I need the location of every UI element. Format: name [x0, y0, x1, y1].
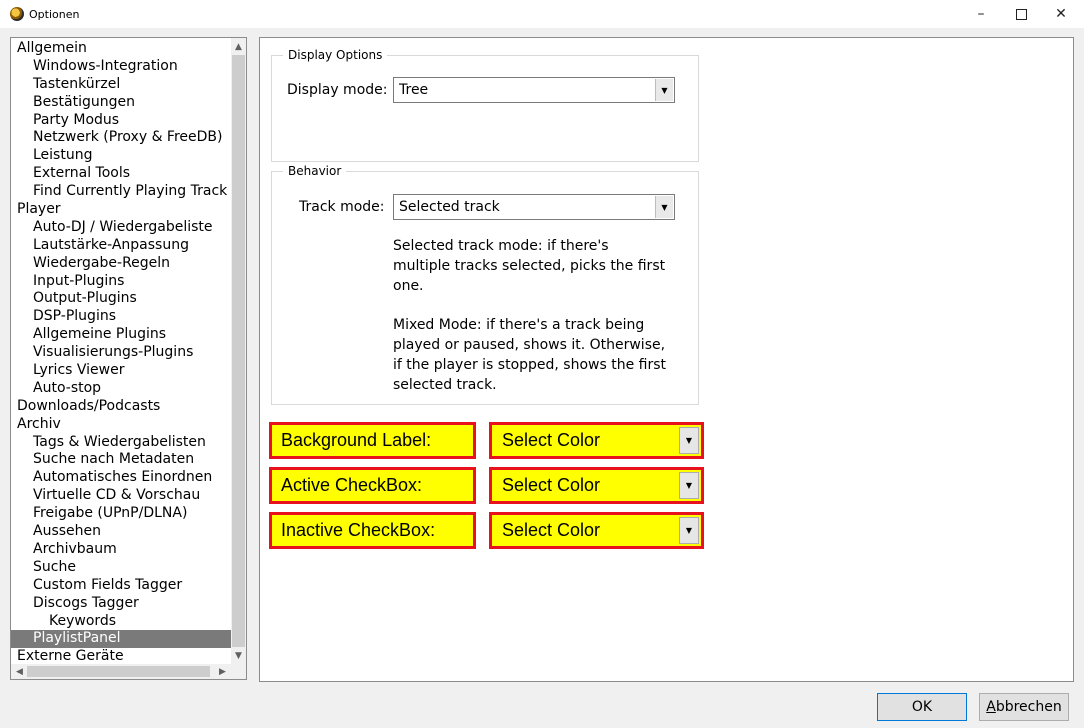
tree-list: Allgemein Windows-Integration Tastenkürzel…	[11, 40, 231, 666]
track-mode-label: Track mode:	[299, 199, 385, 215]
options-tree[interactable]: Allgemein Windows-Integration Tastenkürzel…	[10, 37, 247, 680]
tree-item[interactable]: Tags & Wiedergabelisten	[11, 434, 231, 452]
display-mode-select[interactable]: Tree ▼	[393, 77, 675, 103]
scroll-right-icon[interactable]: ▶	[215, 664, 230, 679]
tree-item[interactable]: Netzwerk (Proxy & FreeDB)	[11, 129, 231, 147]
behavior-group: Behavior Track mode: Selected track ▼ Se…	[271, 164, 699, 405]
description-line: multiple tracks selected, picks the firs…	[393, 257, 666, 274]
tree-item[interactable]: Visualisierungs-Plugins	[11, 344, 231, 362]
chevron-down-icon[interactable]: ▼	[679, 472, 699, 499]
tree-item[interactable]: Keywords	[11, 613, 231, 631]
tree-item[interactable]: Discogs Tagger	[11, 595, 231, 613]
tree-item[interactable]: Allgemein	[11, 40, 231, 58]
minimize-icon: –	[977, 6, 985, 22]
tree-item[interactable]: External Tools	[11, 165, 231, 183]
background-color-value: Select Color	[502, 430, 601, 450]
display-mode-value: Tree	[399, 82, 429, 98]
tree-item[interactable]: Archiv	[11, 416, 231, 434]
track-mode-description: Selected track mode: if there's multiple…	[393, 237, 693, 395]
description-line	[393, 296, 693, 316]
tree-item[interactable]: Party Modus	[11, 112, 231, 130]
tree-item[interactable]: PlaylistPanel	[11, 630, 231, 649]
tree-item[interactable]: Tastenkürzel	[11, 76, 231, 94]
ok-button[interactable]: OK	[877, 693, 967, 721]
close-button[interactable]: ✕	[1040, 0, 1082, 28]
chevron-down-icon[interactable]: ▼	[679, 427, 699, 454]
maximize-button[interactable]	[1000, 0, 1042, 28]
description-line: Selected track mode: if there's	[393, 238, 609, 254]
inactive-checkbox-color-select[interactable]: Select Color ▼	[489, 512, 704, 549]
tree-horizontal-scrollbar[interactable]: ◀ ▶	[11, 664, 231, 679]
tree-item[interactable]: Input-Plugins	[11, 273, 231, 291]
tree-item[interactable]: Auto-DJ / Wiedergabeliste	[11, 219, 231, 237]
display-options-group: Display Options Display mode: Tree ▼	[271, 48, 699, 162]
chevron-down-icon[interactable]: ▼	[655, 79, 673, 101]
title-bar: Optionen – ✕	[0, 0, 1084, 28]
chevron-down-icon[interactable]: ▼	[655, 196, 673, 218]
tree-item[interactable]: Automatisches Einordnen	[11, 469, 231, 487]
tree-item[interactable]: Suche	[11, 559, 231, 577]
inactive-checkbox-color-value: Select Color	[502, 520, 601, 540]
scroll-down-icon[interactable]: ▼	[231, 648, 246, 663]
tree-item[interactable]: Bestätigungen	[11, 94, 231, 112]
description-line: Mixed Mode: if there's a track being	[393, 317, 645, 334]
vertical-scroll-thumb[interactable]	[232, 55, 245, 647]
horizontal-scroll-thumb[interactable]	[27, 666, 210, 677]
tree-item[interactable]: Freigabe (UPnP/DLNA)	[11, 505, 231, 523]
display-mode-label: Display mode:	[287, 82, 388, 98]
cancel-button-label: Abbrechen	[986, 699, 1062, 715]
tree-item[interactable]: Wiedergabe-Regeln	[11, 255, 231, 273]
app-icon	[10, 7, 24, 21]
tree-item[interactable]: Player	[11, 201, 231, 219]
description-line: selected track.	[393, 376, 497, 393]
background-color-select[interactable]: Select Color ▼	[489, 422, 704, 459]
window-title: Optionen	[29, 8, 80, 21]
maximize-icon	[1015, 8, 1027, 20]
background-label-caption: Background Label:	[269, 422, 476, 459]
close-icon: ✕	[1055, 6, 1067, 22]
tree-item[interactable]: Lyrics Viewer	[11, 362, 231, 380]
tree-item[interactable]: Output-Plugins	[11, 290, 231, 308]
cancel-label-rest: bbrechen	[995, 699, 1062, 715]
display-options-title: Display Options	[283, 48, 388, 62]
tree-item[interactable]: Suche nach Metadaten	[11, 451, 231, 469]
behavior-title: Behavior	[283, 164, 347, 178]
tree-vertical-scrollbar[interactable]: ▲ ▼	[231, 38, 246, 664]
tree-item[interactable]: Downloads/Podcasts	[11, 398, 231, 416]
description-line: if the player is stopped, shows the firs…	[393, 356, 667, 373]
tree-item[interactable]: Allgemeine Plugins	[11, 326, 231, 344]
tree-item[interactable]: Custom Fields Tagger	[11, 577, 231, 595]
tree-item[interactable]: Find Currently Playing Track	[11, 183, 231, 201]
tree-item[interactable]: Aussehen	[11, 523, 231, 541]
track-mode-value: Selected track	[399, 199, 500, 215]
active-checkbox-color-value: Select Color	[502, 475, 601, 495]
description-line: played or paused, shows it. Otherwise,	[393, 336, 666, 353]
minimize-button[interactable]: –	[960, 0, 1002, 28]
tree-item[interactable]: Windows-Integration	[11, 58, 231, 76]
scroll-up-icon[interactable]: ▲	[231, 39, 246, 54]
chevron-down-icon[interactable]: ▼	[679, 517, 699, 544]
track-mode-select[interactable]: Selected track ▼	[393, 194, 675, 220]
description-line: one.	[393, 277, 424, 294]
scroll-corner	[231, 664, 246, 679]
tree-item[interactable]: Virtuelle CD & Vorschau	[11, 487, 231, 505]
tree-item[interactable]: Lautstärke-Anpassung	[11, 237, 231, 255]
active-checkbox-caption: Active CheckBox:	[269, 467, 476, 504]
inactive-checkbox-caption: Inactive CheckBox:	[269, 512, 476, 549]
tree-item[interactable]: Auto-stop	[11, 380, 231, 398]
tree-item[interactable]: Archivbaum	[11, 541, 231, 559]
scroll-left-icon[interactable]: ◀	[12, 664, 27, 679]
active-checkbox-color-select[interactable]: Select Color ▼	[489, 467, 704, 504]
tree-item[interactable]: Leistung	[11, 147, 231, 165]
tree-item[interactable]: DSP-Plugins	[11, 308, 231, 326]
settings-panel: Display Options Display mode: Tree ▼ Beh…	[259, 37, 1074, 682]
cancel-button[interactable]: Abbrechen	[979, 693, 1069, 721]
